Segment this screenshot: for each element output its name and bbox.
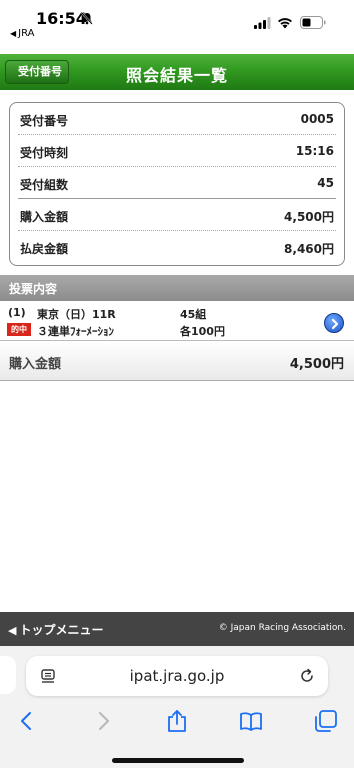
bet-unit-price: 各100円 <box>180 325 225 338</box>
left-triangle-icon: ◀ <box>8 624 17 637</box>
summary-label: 受付組数 <box>20 178 69 192</box>
total-value: 4,500円 <box>289 357 344 372</box>
summary-row-payout-amount: 払戻金額 8,460円 <box>18 231 336 263</box>
summary-value: 0005 <box>300 112 334 126</box>
cellular-signal-icon <box>254 17 271 29</box>
top-menu-link[interactable]: ◀ トップメニュー <box>8 621 103 638</box>
summary-value: 45 <box>317 176 334 190</box>
summary-label: 受付番号 <box>20 114 69 128</box>
summary-label: 購入金額 <box>20 210 69 224</box>
bookmarks-icon[interactable] <box>239 709 263 733</box>
battery-icon <box>300 16 326 29</box>
bet-row[interactable]: (1) 東京（日）11R 的中 ３連単ﾌｫｰﾒｰｼｮﾝ 45組 各100円 <box>0 303 354 341</box>
copyright-text: © Japan Racing Association. <box>218 623 346 633</box>
bet-number: (1) <box>8 306 26 319</box>
hit-badge: 的中 <box>7 323 31 336</box>
bet-type: ３連単ﾌｫｰﾒｰｼｮﾝ <box>37 325 114 338</box>
summary-value: 15:16 <box>295 144 334 158</box>
summary-row-receipt-time: 受付時刻 15:16 <box>18 135 336 167</box>
forward-icon[interactable] <box>91 709 115 733</box>
bet-race: 東京（日）11R <box>37 308 116 321</box>
summary-card: 受付番号 0005 受付時刻 15:16 受付組数 45 購入金額 4,500円… <box>9 102 345 266</box>
status-bar: 16:54 ◀ JRA <box>0 0 354 50</box>
chevron-right-icon <box>331 318 339 330</box>
back-triangle-icon: ◀ <box>10 29 17 38</box>
browser-chrome: ipat.jra.go.jp <box>0 646 354 768</box>
summary-row-bet-count: 受付組数 45 <box>18 167 336 199</box>
wifi-icon <box>278 18 292 29</box>
previous-tab-preview[interactable] <box>0 656 16 694</box>
tabs-icon[interactable] <box>314 709 338 733</box>
summary-label: 払戻金額 <box>20 242 69 256</box>
app-header: 受付番号 照会結果一覧 <box>0 54 354 90</box>
detail-arrow-icon[interactable] <box>324 313 344 333</box>
total-row: 購入金額 4,500円 <box>0 342 354 381</box>
top-menu-label: トップメニュー <box>19 623 104 637</box>
summary-label: 受付時刻 <box>20 146 69 160</box>
summary-row-purchase-amount: 購入金額 4,500円 <box>18 199 336 231</box>
summary-value: 4,500円 <box>284 210 334 224</box>
section-header: 投票内容 <box>0 275 354 301</box>
reload-icon[interactable] <box>298 667 316 685</box>
back-icon[interactable] <box>15 709 39 733</box>
home-indicator <box>112 758 244 763</box>
total-label: 購入金額 <box>9 357 62 372</box>
summary-value: 8,460円 <box>284 242 334 256</box>
bell-off-icon <box>81 12 93 25</box>
back-to-app-link[interactable]: ◀ JRA <box>10 28 35 39</box>
status-time: 16:54 <box>36 9 87 28</box>
bet-count: 45組 <box>180 308 207 321</box>
url-text: ipat.jra.go.jp <box>129 667 225 685</box>
share-icon[interactable] <box>165 709 189 733</box>
footer-bar: ◀ トップメニュー © Japan Racing Association. <box>0 612 354 646</box>
page-title: 照会結果一覧 <box>125 66 228 85</box>
address-bar[interactable]: ipat.jra.go.jp <box>26 656 328 696</box>
summary-row-receipt-number: 受付番号 0005 <box>18 103 336 135</box>
back-app-label: JRA <box>18 28 35 39</box>
